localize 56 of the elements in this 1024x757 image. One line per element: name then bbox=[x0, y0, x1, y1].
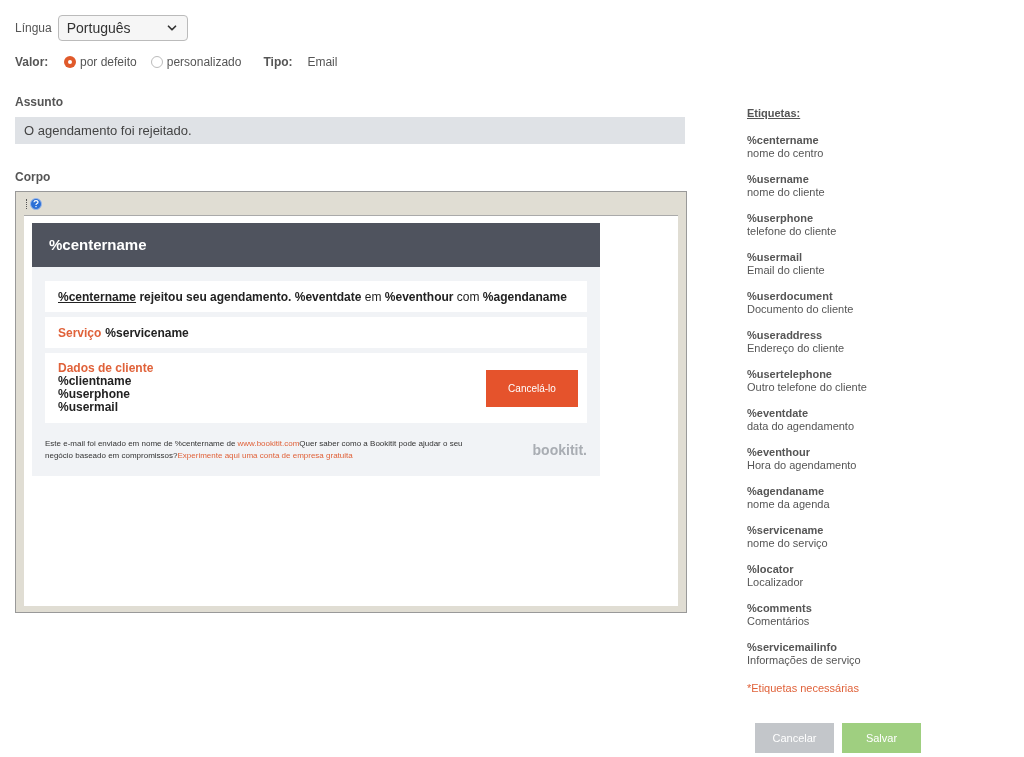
subject-label: Assunto bbox=[15, 94, 64, 111]
radio-button[interactable] bbox=[64, 56, 76, 68]
client-field: %clientname bbox=[58, 375, 154, 388]
tag-name: %centername bbox=[747, 133, 820, 147]
subject-field[interactable]: O agendamento foi rejeitado. bbox=[15, 117, 685, 144]
tag-description: nome do centro bbox=[747, 146, 825, 160]
body-label: Corpo bbox=[15, 169, 52, 186]
tag-name: %agendaname bbox=[747, 484, 826, 498]
value-label: Valor: bbox=[15, 54, 50, 71]
help-icon[interactable] bbox=[30, 197, 42, 210]
language-dropdown[interactable]: Português bbox=[57, 15, 188, 41]
tag-description: Email do cliente bbox=[747, 263, 826, 277]
tag-name: %servicename bbox=[747, 523, 825, 537]
tag-name: %comments bbox=[747, 601, 813, 615]
tag-description: nome da agenda bbox=[747, 497, 831, 511]
tag-description: Informações de serviço bbox=[747, 653, 862, 667]
tag-description: Comentários bbox=[747, 614, 811, 628]
tag-description: nome do cliente bbox=[747, 185, 826, 199]
logo-text: bookitit. bbox=[532, 440, 587, 460]
tag-description: Documento do cliente bbox=[747, 302, 855, 316]
client-field: %usermail bbox=[58, 401, 154, 414]
service-label: Serviço bbox=[58, 324, 102, 342]
tag-description: data do agendamento bbox=[747, 419, 856, 433]
tag-name: %servicemailinfo bbox=[747, 640, 838, 654]
client-title: Dados de cliente bbox=[58, 362, 154, 375]
message-text: %centername rejeitou seu agendamento. %eventdate em %eventhour com %agendaname bbox=[58, 288, 567, 306]
tag-description: Hora do agendamento bbox=[747, 458, 858, 472]
service-value: %servicename bbox=[105, 324, 189, 342]
tag-description: Outro telefone do cliente bbox=[747, 380, 868, 394]
language-label: Língua bbox=[15, 20, 52, 37]
tag-name: %usermail bbox=[747, 250, 804, 264]
tag-name: %locator bbox=[747, 562, 795, 576]
cancel-booking-button[interactable]: Cancelá-lo bbox=[486, 369, 578, 407]
tag-name: %useraddress bbox=[747, 328, 824, 342]
footer-text: Este e-mail foi enviado em nome de %centername de www.bookitit.comQuer saber como a Bookitit pode ajudar o seu negócio baseado em compromissos?Experimente aqui uma conta de empresa gratuita bbox=[45, 438, 464, 462]
radio-option[interactable]: personalizado bbox=[150, 53, 242, 71]
tag-name: %username bbox=[747, 172, 810, 186]
tag-description: Endereço do cliente bbox=[747, 341, 846, 355]
footer-link[interactable]: Experimente aqui uma conta de empresa gratuita bbox=[177, 451, 353, 460]
tag-description: Localizador bbox=[747, 575, 805, 589]
radio-button[interactable] bbox=[150, 56, 163, 68]
client-field: %userphone bbox=[58, 388, 154, 401]
footer-link[interactable]: www.bookitit.com bbox=[237, 439, 300, 448]
type-value: Email bbox=[307, 54, 338, 71]
tag-name: %userphone bbox=[747, 211, 814, 225]
tag-name: %eventhour bbox=[747, 445, 811, 459]
tag-name: %eventdate bbox=[747, 406, 810, 420]
tag-name: %userdocument bbox=[747, 289, 834, 303]
radio-option[interactable]: por defeito bbox=[64, 53, 137, 71]
required-note: *Etiquetas necessárias bbox=[747, 680, 860, 696]
type-label: Tipo: bbox=[263, 54, 294, 71]
tag-description: telefone do cliente bbox=[747, 224, 838, 238]
tag-description: nome do serviço bbox=[747, 536, 829, 550]
tag-name: %usertelephone bbox=[747, 367, 833, 381]
email-header-title: %centername bbox=[49, 234, 147, 255]
tags-title: Etiquetas: bbox=[747, 106, 802, 121]
